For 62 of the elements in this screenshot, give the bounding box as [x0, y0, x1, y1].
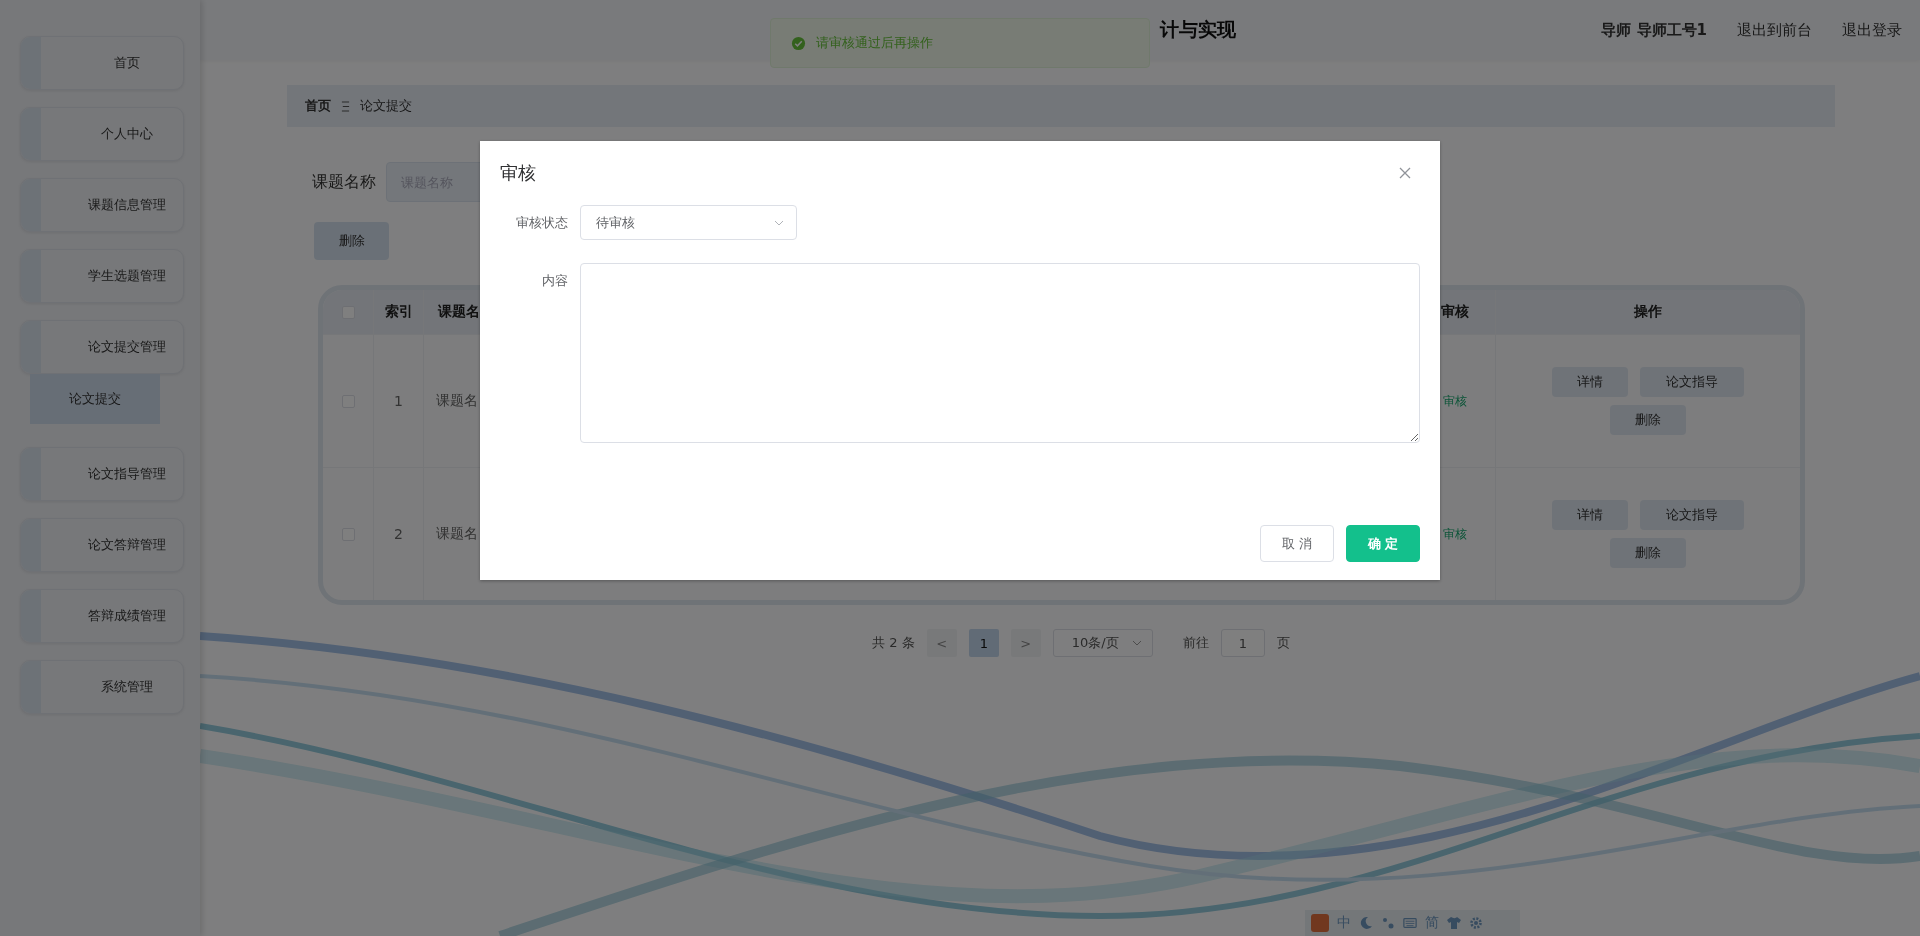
close-icon[interactable] — [1399, 167, 1411, 179]
field-label: 内容 — [541, 272, 569, 290]
sidebar-item[interactable]: 课题信息管理 — [20, 178, 184, 232]
action-button[interactable]: 论文指导 — [1640, 500, 1744, 530]
app-title: 计与实现 — [1160, 18, 1236, 40]
table-cell: 课题名 — [436, 392, 478, 410]
goto-page-field[interactable]: 1 — [1220, 629, 1265, 657]
ime-logo-icon — [1311, 914, 1329, 932]
sidebar-item[interactable]: 答辩成绩管理 — [20, 589, 184, 643]
moon-icon[interactable] — [1359, 916, 1373, 930]
user-name: 导师 导师工号1 — [1601, 20, 1707, 40]
table-cell: 1 — [394, 393, 403, 409]
confirm-button[interactable]: 确 定 — [1346, 525, 1420, 562]
column-header: 操作 — [1495, 290, 1800, 334]
settings-icon[interactable] — [1469, 916, 1483, 930]
total-count: 共 2 条 — [872, 634, 915, 652]
goto-label: 前往 — [1182, 634, 1209, 652]
dialog-title: 审核 — [500, 161, 536, 185]
action-button[interactable]: 详情 — [1552, 367, 1628, 397]
status-text: 审核 — [1443, 525, 1467, 543]
prev-page-button[interactable]: < — [926, 629, 957, 657]
cancel-button[interactable]: 取 消 — [1260, 525, 1334, 562]
delete-button[interactable]: 删除 — [314, 222, 389, 260]
sidebar-subitem[interactable]: 论文提交 — [30, 374, 160, 424]
page-suffix: 页 — [1276, 634, 1290, 652]
column-header: 审核 — [1440, 302, 1470, 321]
caret-icon — [1131, 640, 1142, 646]
sidebar-item[interactable]: 学生选题管理 — [20, 249, 184, 303]
sidebar-item[interactable]: 论文提交管理 — [20, 320, 184, 374]
field-label: 审核状态 — [515, 214, 569, 232]
content-field[interactable] — [580, 263, 1420, 443]
separator-icon — [341, 100, 350, 112]
action-button[interactable]: 删除 — [1610, 538, 1686, 568]
page-button[interactable]: 1 — [968, 629, 999, 657]
page-size-select[interactable]: 10条/页 — [1052, 629, 1153, 657]
success-icon — [791, 35, 806, 51]
sidebar-item[interactable]: 论文指导管理 — [20, 447, 184, 501]
sidebar-item[interactable]: 论文答辩管理 — [20, 518, 184, 572]
sidebar-item[interactable]: 个人中心 — [20, 107, 184, 161]
ime-script[interactable]: 简 — [1425, 914, 1439, 932]
breadcrumb-link[interactable]: 首页 — [305, 97, 331, 115]
action-button[interactable]: 详情 — [1552, 500, 1628, 530]
table-cell: 课题名 — [436, 525, 478, 543]
caret-icon — [774, 219, 784, 226]
shirt-icon[interactable] — [1447, 916, 1461, 930]
action-button[interactable]: 删除 — [1610, 405, 1686, 435]
header-link[interactable]: 退出到前台 — [1737, 20, 1812, 40]
column-header: 索引 — [373, 290, 423, 334]
action-button[interactable]: 论文指导 — [1640, 367, 1744, 397]
sidebar-item[interactable]: 系统管理 — [20, 660, 184, 714]
next-page-button[interactable]: > — [1010, 629, 1041, 657]
header-link[interactable]: 退出登录 — [1842, 20, 1902, 40]
ime-mode[interactable]: 中 — [1337, 914, 1351, 932]
table-cell: 2 — [394, 526, 403, 542]
sidebar-item[interactable]: 首页 — [20, 36, 184, 90]
breadcrumb-link[interactable]: 论文提交 — [360, 97, 412, 115]
keyboard-icon[interactable] — [1403, 916, 1417, 930]
toast-text: 请审核通过后再操作 — [816, 34, 933, 52]
status-text: 审核 — [1443, 392, 1467, 410]
dots-icon[interactable] — [1381, 916, 1395, 930]
status-select[interactable]: 待审核 — [580, 205, 797, 240]
search-label: 课题名称 — [312, 171, 376, 193]
